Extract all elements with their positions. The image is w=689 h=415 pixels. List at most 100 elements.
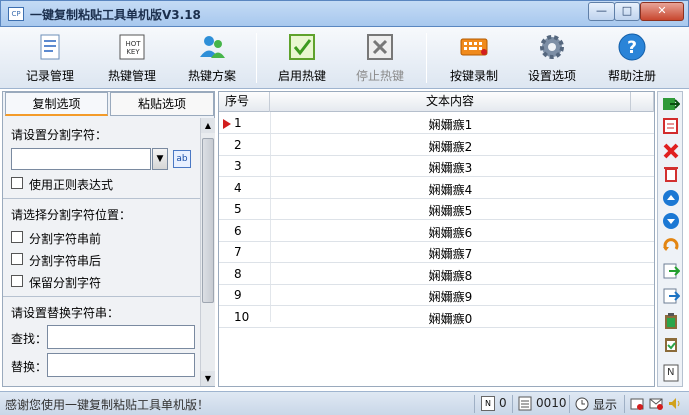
table-row[interactable]: 5 娴嬭瘯5 <box>219 199 654 220</box>
toolbar-separator <box>256 33 257 83</box>
import-alt-icon[interactable] <box>662 287 680 305</box>
before-label: 分割字符串前 <box>29 232 102 246</box>
records-icon <box>40 34 60 60</box>
table-row[interactable]: 7 娴嬭瘯7 <box>219 242 654 263</box>
clipboard-icon[interactable] <box>662 312 680 330</box>
find-input[interactable] <box>47 325 195 349</box>
table-row[interactable]: 10 娴嬭瘯0 <box>219 307 654 328</box>
delete-x-icon[interactable] <box>662 142 680 160</box>
row-number: 2 <box>234 137 242 152</box>
regex-checkbox[interactable] <box>11 177 23 189</box>
replace-input[interactable] <box>47 353 195 377</box>
after-checkbox[interactable] <box>11 253 23 265</box>
volume-icon[interactable] <box>668 396 682 411</box>
enable-hotkey-label: 启用热键 <box>277 69 326 83</box>
stop-x-icon <box>367 34 393 60</box>
row-text: 娴嬭瘯6 <box>428 225 473 240</box>
status-bar: 感谢您使用一键复制粘贴工具单机版！ N 0 0010 显示 <box>0 391 689 415</box>
table-row[interactable]: 8 娴嬭瘯8 <box>219 264 654 285</box>
header-extra <box>631 92 654 112</box>
close-button[interactable]: ✕ <box>640 2 684 21</box>
list-icon <box>518 396 532 411</box>
undo-icon[interactable] <box>662 237 680 255</box>
row-number: 8 <box>234 266 242 281</box>
keep-separator-checkbox[interactable] <box>11 275 23 287</box>
table-row[interactable]: 3 娴嬭瘯3 <box>219 156 654 177</box>
notepad-icon-text: N <box>667 367 675 378</box>
hotkey-icon-text: HOT KEY <box>125 40 141 56</box>
move-up-icon[interactable] <box>662 189 680 207</box>
status-code: 0010 <box>536 396 567 410</box>
tab-paste-options[interactable]: 粘贴选项 <box>110 92 214 116</box>
main-toolbar: 记录管理 HOT KEY 热键管理 热键方案 启用热键 停止热键 按键录制 设置… <box>0 27 689 89</box>
keyboard-icon <box>460 38 488 56</box>
scroll-down-icon[interactable]: ▼ <box>201 371 215 386</box>
mail-icon[interactable] <box>649 396 663 411</box>
status-divider <box>474 395 475 413</box>
row-text: 娴嬭瘯3 <box>428 161 473 175</box>
help-icon: ? <box>618 33 646 61</box>
import-icon[interactable] <box>662 262 680 280</box>
row-text: 娴嬭瘯9 <box>428 290 473 304</box>
table-row[interactable]: 2 娴嬭瘯2 <box>219 135 654 156</box>
trash-icon[interactable] <box>662 164 680 182</box>
checkmark-icon <box>289 34 315 60</box>
stop-hotkey-button[interactable]: 停止热键 <box>344 30 416 86</box>
settings-button[interactable]: 设置选项 <box>516 30 588 86</box>
divider <box>3 296 200 297</box>
row-number: 5 <box>234 202 242 216</box>
chevron-down-icon[interactable]: ▼ <box>152 148 168 170</box>
minimize-button[interactable]: — <box>588 2 615 21</box>
row-text: 娴嬭瘯4 <box>428 182 473 197</box>
svg-text:?: ? <box>627 38 637 58</box>
table-row[interactable]: 6 娴嬭瘯6 <box>219 221 654 242</box>
status-display[interactable]: 显示 <box>593 396 617 413</box>
tab-copy-options[interactable]: 复制选项 <box>5 92 108 116</box>
maximize-button[interactable]: □ <box>614 2 640 21</box>
enable-hotkey-button[interactable]: 启用热键 <box>266 30 338 86</box>
row-number: 7 <box>234 245 242 259</box>
move-down-icon[interactable] <box>662 212 680 230</box>
ab-format-icon[interactable]: ab <box>173 150 191 168</box>
separator-combo-input[interactable] <box>11 148 151 170</box>
app-icon: CP <box>8 7 24 21</box>
position-prompt: 请选择分割字符位置： <box>11 208 132 222</box>
table-row[interactable]: 1 娴嬭瘯1 <box>219 113 654 134</box>
scroll-thumb[interactable] <box>202 138 214 303</box>
hotkey-manage-button[interactable]: HOT KEY 热键管理 <box>96 30 168 86</box>
status-divider <box>624 395 625 413</box>
row-number: 6 <box>234 223 242 238</box>
status-count: 0 <box>499 396 507 410</box>
window-title: 一键复制粘贴工具单机版V3.18 <box>30 8 201 22</box>
stop-hotkey-label: 停止热键 <box>355 69 404 83</box>
side-toolbar: N <box>657 91 683 387</box>
row-text: 娴嬭瘯8 <box>428 268 473 283</box>
export-icon[interactable] <box>662 95 680 113</box>
record-table: 序号 文本内容 1 娴嬭瘯1 2 娴嬭瘯2 3 娴嬭瘯3 4 娴嬭瘯4 5 娴嬭瘯5 6 娴嬭瘯6 7 娴… <box>218 91 655 387</box>
help-label: 帮助注册 <box>607 69 656 83</box>
help-button[interactable]: ? 帮助注册 <box>596 30 668 86</box>
row-number: 9 <box>234 288 242 302</box>
after-label: 分割字符串后 <box>29 254 102 268</box>
records-button[interactable]: 记录管理 <box>14 30 86 86</box>
row-text: 娴嬭瘯2 <box>428 139 473 154</box>
before-checkbox[interactable] <box>11 231 23 243</box>
notification-icon[interactable] <box>630 396 644 411</box>
keep-separator-label: 保留分割字符 <box>29 276 102 290</box>
row-number: 1 <box>234 116 242 130</box>
row-text: 娴嬭瘯0 <box>428 311 473 326</box>
header-num[interactable]: 序号 <box>219 92 270 112</box>
table-row[interactable]: 4 娴嬭瘯4 <box>219 178 654 199</box>
table-row[interactable]: 9 娴嬭瘯9 <box>219 285 654 306</box>
edit-icon[interactable] <box>662 117 680 135</box>
key-record-button[interactable]: 按键录制 <box>438 30 510 86</box>
hotkey-scheme-button[interactable]: 热键方案 <box>176 30 248 86</box>
row-text: 娴嬭瘯1 <box>428 118 473 132</box>
replace-prompt: 请设置替换字符串： <box>11 306 120 320</box>
clipboard-paste-icon[interactable] <box>662 335 680 353</box>
header-content[interactable]: 文本内容 <box>270 92 631 112</box>
scroll-up-icon[interactable]: ▲ <box>201 118 215 133</box>
find-label: 查找： <box>11 332 48 346</box>
options-scrollbar[interactable]: ▲ ▼ <box>200 118 215 386</box>
regex-label: 使用正则表达式 <box>29 178 114 192</box>
